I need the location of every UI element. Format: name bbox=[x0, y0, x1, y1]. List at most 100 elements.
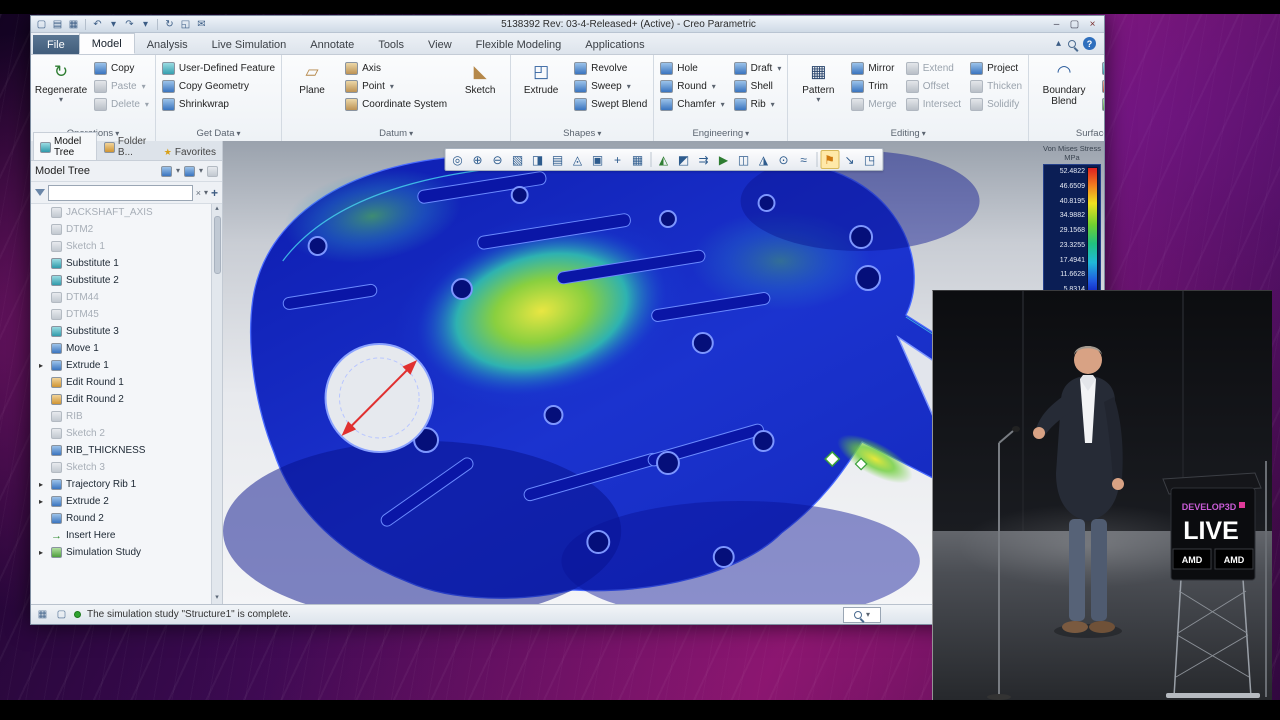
mirror-button[interactable]: Mirror bbox=[849, 60, 898, 77]
tree-item[interactable]: Sketch 2 bbox=[31, 425, 222, 442]
scroll-down-icon[interactable]: ▾ bbox=[215, 593, 219, 604]
iso-surface-button[interactable]: ◮ bbox=[754, 150, 773, 169]
scroll-up-icon[interactable]: ▴ bbox=[215, 204, 219, 215]
expand-icon[interactable]: ▸ bbox=[39, 361, 47, 370]
refit-view-button[interactable]: ◎ bbox=[448, 150, 467, 169]
tab-file[interactable]: File bbox=[33, 35, 79, 54]
revolve-button[interactable]: Revolve bbox=[572, 60, 649, 77]
sketch-button[interactable]: ◣ Sketch bbox=[454, 56, 506, 126]
paste-button[interactable]: Paste ▾ bbox=[92, 78, 151, 95]
tab-applications[interactable]: Applications bbox=[573, 35, 656, 54]
tab-view[interactable]: View bbox=[416, 35, 464, 54]
shrinkwrap-button[interactable]: Shrinkwrap bbox=[160, 96, 277, 113]
tab-favorites[interactable]: ★ Favorites bbox=[158, 144, 222, 160]
project-button[interactable]: Project bbox=[968, 60, 1024, 77]
open-file-icon[interactable]: ▤ bbox=[51, 18, 64, 31]
regenerate-button[interactable]: ↻ Regenerate ▾ bbox=[35, 56, 87, 126]
tree-columns-icon[interactable] bbox=[183, 165, 195, 177]
search-icon[interactable] bbox=[1068, 39, 1076, 48]
scrollbar-thumb[interactable] bbox=[213, 216, 221, 274]
thicken-button[interactable]: Thicken bbox=[968, 78, 1024, 95]
tree-item[interactable]: RIB_THICKNESS bbox=[31, 442, 222, 459]
tree-settings-icon[interactable] bbox=[207, 165, 218, 177]
expand-icon[interactable]: ▸ bbox=[39, 548, 47, 557]
tree-item[interactable]: Edit Round 2 bbox=[31, 391, 222, 408]
tag-result-button[interactable]: ⚑ bbox=[820, 150, 839, 169]
spin-center-button[interactable]: + bbox=[608, 150, 627, 169]
plane-button[interactable]: ▱ Plane bbox=[286, 56, 338, 126]
help-icon[interactable]: ? bbox=[1083, 37, 1096, 50]
caret-down-icon[interactable]: ▾ bbox=[107, 18, 120, 31]
find-in-model-button[interactable]: ▾ bbox=[843, 606, 881, 623]
save-icon[interactable]: ▦ bbox=[67, 18, 80, 31]
rib-button[interactable]: Rib ▾ bbox=[732, 96, 784, 113]
group-label-editing[interactable]: Editing ▾ bbox=[792, 126, 1024, 141]
trim-button[interactable]: Trim bbox=[849, 78, 898, 95]
message-log-icon[interactable]: ▦ bbox=[36, 608, 49, 621]
tab-tools[interactable]: Tools bbox=[366, 35, 416, 54]
expand-icon[interactable]: ▸ bbox=[39, 497, 47, 506]
pattern-button[interactable]: ▦ Pattern ▾ bbox=[792, 56, 844, 126]
solidify-button[interactable]: Solidify bbox=[968, 96, 1024, 113]
animate-result-button[interactable]: ▶ bbox=[714, 150, 733, 169]
mail-icon[interactable]: ✉ bbox=[195, 18, 208, 31]
tree-item[interactable]: ▸ Trajectory Rib 1 bbox=[31, 476, 222, 493]
extrude-button[interactable]: ◰ Extrude bbox=[515, 56, 567, 126]
shell-button[interactable]: Shell bbox=[732, 78, 784, 95]
undo-icon[interactable]: ↶ bbox=[91, 18, 104, 31]
expand-icon[interactable]: ▸ bbox=[39, 480, 47, 489]
copy-button[interactable]: Copy bbox=[92, 60, 151, 77]
tree-filters-icon[interactable] bbox=[160, 165, 172, 177]
boundary-blend-button[interactable]: ◠ Boundary Blend bbox=[1033, 56, 1095, 126]
tree-item[interactable]: RIB bbox=[31, 408, 222, 425]
group-label-get-data[interactable]: Get Data ▾ bbox=[160, 126, 277, 141]
merge-button[interactable]: Merge bbox=[849, 96, 898, 113]
tree-scrollbar[interactable]: ▴ ▾ bbox=[211, 204, 222, 604]
delete-button[interactable]: Delete ▾ bbox=[92, 96, 151, 113]
collapse-ribbon-icon[interactable]: ▴ bbox=[1056, 38, 1061, 49]
tab-live-simulation[interactable]: Live Simulation bbox=[200, 35, 299, 54]
coordinate-system-button[interactable]: Coordinate System bbox=[343, 96, 449, 113]
caret-down-icon[interactable]: ▾ bbox=[204, 188, 208, 197]
tree-item[interactable]: Edit Round 1 bbox=[31, 374, 222, 391]
export-result-button[interactable]: ↘ bbox=[840, 150, 859, 169]
display-style-button[interactable]: ◨ bbox=[528, 150, 547, 169]
deformed-result-button[interactable]: ◭ bbox=[654, 150, 673, 169]
repaint-button[interactable]: ▧ bbox=[508, 150, 527, 169]
tree-item[interactable]: DTM2 bbox=[31, 221, 222, 238]
tree-item[interactable]: Substitute 3 bbox=[31, 323, 222, 340]
extend-button[interactable]: Extend bbox=[904, 60, 963, 77]
sweep-button[interactable]: Sweep ▾ bbox=[572, 78, 649, 95]
named-views-button[interactable]: ▤ bbox=[548, 150, 567, 169]
regenerate-quick-icon[interactable]: ↻ bbox=[163, 18, 176, 31]
zoom-in-button[interactable]: ⊕ bbox=[468, 150, 487, 169]
redo-icon[interactable]: ↷ bbox=[123, 18, 136, 31]
cutting-plane-button[interactable]: ◫ bbox=[734, 150, 753, 169]
tree-item[interactable]: ▸ Extrude 2 bbox=[31, 493, 222, 510]
draft-button[interactable]: Draft ▾ bbox=[732, 60, 784, 77]
clear-filter-icon[interactable]: × bbox=[196, 188, 201, 198]
group-label-engineering[interactable]: Engineering ▾ bbox=[658, 126, 783, 141]
tree-item[interactable]: ▸ Extrude 1 bbox=[31, 357, 222, 374]
tree-item[interactable]: Substitute 2 bbox=[31, 272, 222, 289]
selection-filter-icon[interactable]: ▢ bbox=[55, 608, 68, 621]
fill-button[interactable]: Fill bbox=[1100, 60, 1104, 77]
vectors-result-button[interactable]: ⇉ bbox=[694, 150, 713, 169]
tab-model[interactable]: Model bbox=[78, 33, 135, 54]
tree-item[interactable]: Move 1 bbox=[31, 340, 222, 357]
tree-item[interactable]: Sketch 1 bbox=[31, 238, 222, 255]
datum-display-button[interactable]: ◬ bbox=[568, 150, 587, 169]
add-filter-button[interactable]: + bbox=[211, 186, 218, 200]
point-button[interactable]: Point ▾ bbox=[343, 78, 449, 95]
query-result-button[interactable]: ⊙ bbox=[774, 150, 793, 169]
tab-annotate[interactable]: Annotate bbox=[298, 35, 366, 54]
annotation-display-button[interactable]: ▣ bbox=[588, 150, 607, 169]
axis-button[interactable]: Axis bbox=[343, 60, 449, 77]
window-switch-icon[interactable]: ◱ bbox=[179, 18, 192, 31]
new-file-icon[interactable]: ▢ bbox=[35, 18, 48, 31]
hole-button[interactable]: Hole bbox=[658, 60, 726, 77]
round-button[interactable]: Round ▾ bbox=[658, 78, 726, 95]
style-button[interactable]: Style bbox=[1100, 78, 1104, 95]
group-label-datum[interactable]: Datum ▾ bbox=[286, 126, 506, 141]
close-button[interactable]: × bbox=[1085, 18, 1100, 31]
